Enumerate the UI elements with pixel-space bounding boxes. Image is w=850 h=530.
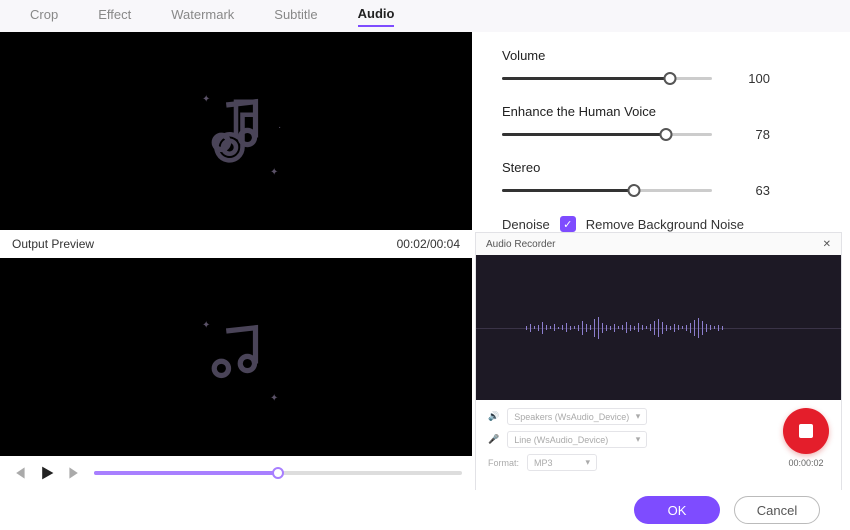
left-panel: ✦ ✦ · Output Preview 00:02/00:04 ✦ ✦ bbox=[0, 32, 472, 490]
tab-crop[interactable]: Crop bbox=[30, 7, 58, 26]
stereo-value: 63 bbox=[730, 183, 770, 198]
main-area: ✦ ✦ · Output Preview 00:02/00:04 ✦ ✦ Vol… bbox=[0, 32, 850, 490]
denoise-prefix: Denoise bbox=[502, 217, 550, 232]
timeline-slider[interactable] bbox=[94, 471, 462, 475]
format-label: Format: bbox=[488, 458, 519, 468]
chevron-down-icon: ▾ bbox=[636, 411, 641, 422]
preview-label: Output Preview bbox=[12, 237, 94, 251]
mic-select[interactable]: Line (WsAudio_Device)▾ bbox=[507, 431, 647, 448]
tab-audio[interactable]: Audio bbox=[358, 6, 395, 27]
voice-value: 78 bbox=[730, 127, 770, 142]
volume-label: Volume bbox=[502, 48, 820, 63]
ok-button[interactable]: OK bbox=[634, 496, 720, 524]
format-select[interactable]: MP3▾ bbox=[527, 454, 597, 471]
record-stop-button[interactable] bbox=[783, 408, 829, 454]
voice-slider[interactable] bbox=[502, 133, 712, 136]
close-icon[interactable]: ✕ bbox=[823, 239, 831, 250]
recorder-time: 00:00:02 bbox=[788, 458, 823, 468]
recorder-header: Audio Recorder ✕ bbox=[476, 233, 841, 255]
next-button[interactable] bbox=[66, 464, 84, 482]
volume-slider[interactable] bbox=[502, 77, 712, 80]
chevron-down-icon: ▾ bbox=[636, 434, 641, 445]
preview-label-bar: Output Preview 00:02/00:04 bbox=[0, 230, 472, 258]
play-button[interactable] bbox=[38, 464, 56, 482]
right-panel: Volume 100 Enhance the Human Voice 78 St… bbox=[472, 32, 850, 490]
tab-watermark[interactable]: Watermark bbox=[171, 7, 234, 26]
source-preview: ✦ ✦ · bbox=[0, 32, 472, 230]
denoise-checkbox[interactable]: ✓ bbox=[560, 216, 576, 232]
preview-time: 00:02/00:04 bbox=[397, 237, 460, 251]
stereo-slider[interactable] bbox=[502, 189, 712, 192]
playback-controls bbox=[0, 456, 472, 490]
prev-button[interactable] bbox=[10, 464, 28, 482]
voice-label: Enhance the Human Voice bbox=[502, 104, 820, 119]
speaker-icon: 🔊 bbox=[488, 411, 499, 422]
denoise-label: Remove Background Noise bbox=[586, 217, 744, 232]
denoise-row: Denoise ✓ Remove Background Noise bbox=[502, 216, 820, 232]
audio-recorder-panel: Audio Recorder ✕ 🔊 Speakers (WsAudio_Dev… bbox=[475, 232, 842, 498]
waveform-display bbox=[476, 255, 841, 400]
mic-icon: 🎤 bbox=[488, 434, 499, 445]
tab-effect[interactable]: Effect bbox=[98, 7, 131, 26]
tab-subtitle[interactable]: Subtitle bbox=[274, 7, 317, 26]
chevron-down-icon: ▾ bbox=[585, 457, 590, 468]
output-preview: ✦ ✦ bbox=[0, 258, 472, 456]
tab-bar: Crop Effect Watermark Subtitle Audio bbox=[0, 0, 850, 32]
footer: OK Cancel bbox=[0, 490, 850, 530]
recorder-title: Audio Recorder bbox=[486, 239, 555, 250]
stereo-label: Stereo bbox=[502, 160, 820, 175]
speaker-select[interactable]: Speakers (WsAudio_Device)▾ bbox=[507, 408, 647, 425]
cancel-button[interactable]: Cancel bbox=[734, 496, 820, 524]
volume-value: 100 bbox=[730, 71, 770, 86]
